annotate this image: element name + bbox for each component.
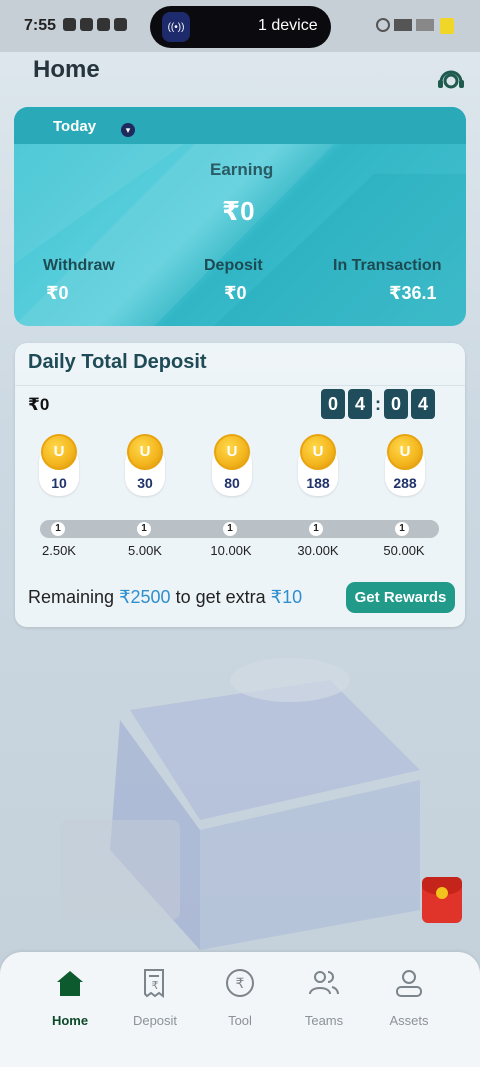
user-icon [396,970,422,997]
nav-home[interactable]: Home [35,966,105,1028]
divider [15,385,465,386]
withdraw-value: ₹0 [46,283,69,303]
svg-text:₹: ₹ [236,976,245,992]
nfc-icon: ((•)) [162,12,190,42]
page-title: Home [33,56,100,83]
timer-digit: 0 [321,389,345,419]
deposit-label: Deposit [204,257,263,274]
signal-icon [394,19,412,31]
daily-deposit-amount: ₹0 [28,395,50,414]
remaining-amount: ₹2500 [119,587,171,607]
home-icon [57,971,83,996]
nav-label: Teams [304,1013,344,1028]
milestone-marker: 1 [51,522,65,536]
deposit-progress-bar [40,520,439,538]
milestone-marker: 1 [309,522,323,536]
get-rewards-button[interactable]: Get Rewards [346,582,455,613]
status-time: 7:55 [24,17,57,34]
reward-tier[interactable]: U 30 [125,434,165,496]
timer-digit: 4 [411,389,435,419]
earning-value: ₹0 [222,196,255,226]
milestone-marker: 1 [395,522,409,536]
signal-icons [376,18,434,32]
facebook-icon [63,18,76,31]
chevron-down-icon[interactable]: ▾ [121,123,135,137]
milestone-label: 2.50K [42,543,76,558]
support-agent-icon[interactable] [437,66,465,92]
nav-label: Home [51,1013,89,1028]
deposit-value: ₹0 [224,283,247,303]
nav-label: Tool [228,1013,252,1028]
coin-icon: U [127,434,163,470]
rupee-coin-icon: ₹ [226,969,254,997]
remaining-extra: ₹10 [270,587,303,607]
background-illustration [60,658,420,950]
reward-amount: 288 [393,475,417,491]
coin-icon: U [214,434,250,470]
nav-teams[interactable]: Teams [289,966,359,1028]
milestone-marker: 1 [223,522,237,536]
remaining-middle: to get extra [175,587,266,607]
hotspot-icon [376,18,390,32]
reward-tier[interactable]: U 288 [385,434,425,496]
daily-deposit-title: Daily Total Deposit [28,351,207,373]
countdown-timer: 0 4 : 0 4 [321,389,435,419]
battery-icon [440,18,454,34]
teams-icon [309,971,339,995]
app-icon [114,18,127,31]
remaining-prefix: Remaining [28,587,115,607]
in-transaction-value: ₹36.1 [389,283,437,303]
nav-label: Deposit [132,1013,178,1028]
reward-amount: 30 [137,475,153,491]
nav-assets[interactable]: Assets [374,966,444,1028]
mail-icon [97,18,110,31]
milestone-label: 50.00K [383,543,425,558]
earning-label: Earning [210,160,274,179]
reward-amount: 80 [224,475,240,491]
period-selector-label[interactable]: Today [53,118,96,135]
remaining-text: Remaining ₹2500 to get extra ₹10 [28,587,302,608]
reward-amount: 10 [51,475,67,491]
coin-icon: U [300,434,336,470]
device-count: 1 device [258,17,318,34]
reward-amount: 188 [306,475,330,491]
reward-tier[interactable]: U 188 [298,434,338,496]
reward-tier[interactable]: U 10 [39,434,79,496]
nav-label: Assets [389,1013,429,1028]
status-bar: 7:55 ((•)) 1 device [0,0,480,52]
nav-deposit[interactable]: ₹ Deposit [120,966,190,1028]
red-envelope-icon[interactable] [422,877,462,923]
timer-digit: 0 [384,389,408,419]
nav-tool[interactable]: ₹ Tool [205,966,275,1028]
dynamic-island[interactable]: ((•)) 1 device [150,6,331,48]
milestone-label: 5.00K [128,543,162,558]
milestone-label: 30.00K [297,543,339,558]
signal-icon-2 [416,19,434,31]
in-transaction-label: In Transaction [333,257,442,274]
coin-icon: U [387,434,423,470]
withdraw-label: Withdraw [43,257,115,274]
chat-icon [80,18,93,31]
milestone-marker: 1 [137,522,151,536]
svg-text:₹: ₹ [152,979,159,992]
milestone-label: 10.00K [210,543,252,558]
reward-tier[interactable]: U 80 [212,434,252,496]
notification-icons [63,18,127,31]
deposit-icon: ₹ [144,969,164,998]
timer-digit: 4 [348,389,372,419]
timer-colon: : [375,393,381,414]
coin-icon: U [41,434,77,470]
